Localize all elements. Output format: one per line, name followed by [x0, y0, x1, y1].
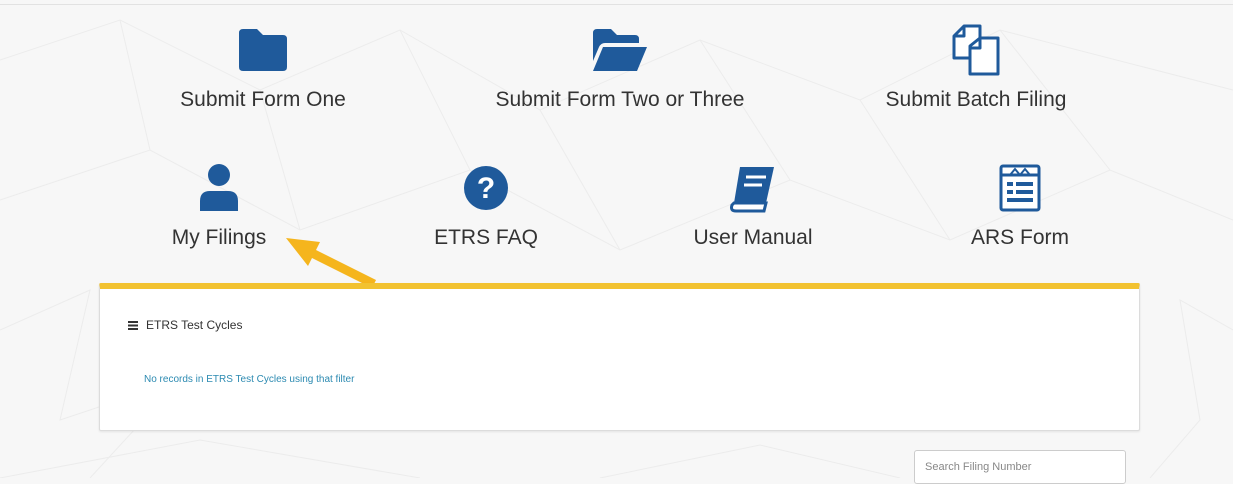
list-icon [128, 320, 138, 330]
tile-label: Submit Form Two or Three [495, 88, 745, 111]
form-icon [998, 162, 1042, 214]
tile-label: Submit Batch Filing [885, 88, 1067, 111]
tile-label: User Manual [693, 226, 813, 249]
tile-submit-batch-filing[interactable]: Submit Batch Filing [866, 24, 1086, 112]
search-filing-number-input[interactable] [914, 450, 1126, 484]
top-divider [0, 4, 1233, 5]
book-icon [728, 162, 778, 214]
tile-label: ARS Form [970, 226, 1069, 249]
svg-text:?: ? [477, 172, 495, 205]
panel-title: ETRS Test Cycles [146, 318, 243, 332]
tile-etrs-faq[interactable]: ? ETRS FAQ [416, 162, 556, 250]
tile-ars-form[interactable]: ARS Form [950, 162, 1090, 250]
folder-icon [237, 24, 289, 76]
pointer-arrow-icon [286, 238, 376, 288]
tile-label: Submit Form One [180, 88, 346, 111]
test-cycles-panel: ETRS Test Cycles No records in ETRS Test… [99, 283, 1140, 431]
tile-label: My Filings [171, 226, 267, 249]
tile-my-filings[interactable]: My Filings [149, 162, 289, 250]
tile-submit-form-one[interactable]: Submit Form One [165, 24, 361, 112]
tile-label: ETRS FAQ [434, 226, 538, 249]
panel-header: ETRS Test Cycles [128, 318, 242, 332]
folder-open-icon [591, 24, 649, 76]
tile-user-manual[interactable]: User Manual [673, 162, 833, 250]
copy-files-icon [950, 24, 1002, 76]
tile-submit-form-two-or-three[interactable]: Submit Form Two or Three [474, 24, 766, 112]
question-circle-icon: ? [462, 162, 510, 214]
empty-records-message: No records in ETRS Test Cycles using tha… [144, 374, 355, 385]
user-icon [196, 162, 242, 214]
